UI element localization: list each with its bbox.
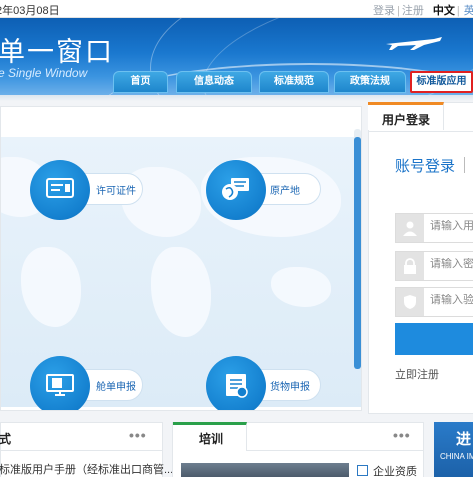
panel-title: 式: [0, 432, 12, 446]
banner-text: 进: [456, 431, 472, 448]
map-landmass: [271, 267, 331, 307]
airplane-icon: [386, 37, 442, 50]
password-input[interactable]: [430, 258, 473, 270]
play-icon: [357, 465, 368, 476]
login-submit-button[interactable]: [395, 323, 473, 355]
tab-home[interactable]: 首页: [113, 71, 168, 93]
tab-policies[interactable]: 政策法规: [334, 71, 406, 93]
services-scrollbar[interactable]: [354, 129, 361, 369]
login-link[interactable]: 登录: [373, 5, 395, 17]
login-panel: 用户登录 账号登录 立即注册: [368, 102, 473, 414]
panel-header: 培训 •••: [173, 422, 423, 451]
service-cargo-declaration[interactable]: 货物申报: [206, 356, 321, 410]
map-landmass: [151, 247, 211, 337]
service-origin[interactable]: 原产地: [206, 160, 321, 220]
captcha-field[interactable]: [395, 287, 473, 317]
current-date: 2年03月08日: [0, 5, 60, 17]
username-field[interactable]: [395, 213, 473, 243]
map-landmass: [21, 247, 81, 327]
password-field[interactable]: [395, 251, 473, 281]
training-link-label: 企业资质: [373, 466, 417, 477]
manuals-panel: 式 ••• 标准版用户手册（经标准出口商管...: [0, 422, 173, 477]
list-item[interactable]: 标准版用户手册（经标准出口商管...: [0, 461, 173, 477]
tab-user-login[interactable]: 用户登录: [368, 102, 444, 130]
service-label: 许可证件: [96, 186, 136, 197]
service-label: 货物申报: [270, 382, 310, 393]
training-title[interactable]: 培训: [199, 430, 223, 447]
shield-icon: [396, 288, 424, 316]
tab-news[interactable]: 信息动态: [176, 71, 252, 93]
language-english[interactable]: 英文: [464, 5, 473, 17]
training-panel: 培训 ••• 企业资质: [172, 422, 424, 477]
user-icon: [396, 214, 424, 242]
account-login-heading[interactable]: 账号登录: [395, 155, 455, 176]
origin-icon: [206, 160, 266, 220]
banner-subtext: CHINA IM: [440, 452, 473, 461]
service-label: 原产地: [270, 186, 300, 197]
manifest-icon: [30, 356, 90, 410]
cargo-declaration-icon: [206, 356, 266, 410]
more-button[interactable]: •••: [129, 427, 147, 443]
top-links: 登录|注册 中文|英文: [373, 2, 473, 18]
service-manifest[interactable]: 舱单申报: [30, 356, 143, 410]
import-expo-banner[interactable]: 进 CHINA IM: [434, 422, 473, 477]
captcha-input[interactable]: [430, 294, 473, 306]
nav-shadow: [0, 95, 473, 101]
service-license[interactable]: 许可证件: [30, 160, 143, 220]
username-input[interactable]: [430, 220, 473, 232]
tab-standards[interactable]: 标准规范: [259, 71, 329, 93]
top-bar: 2年03月08日 登录|注册 中文|英文: [0, 0, 473, 18]
license-icon: [30, 160, 90, 220]
lang-separator: |: [456, 5, 460, 17]
language-chinese[interactable]: 中文: [433, 5, 455, 17]
register-now-link[interactable]: 立即注册: [395, 366, 439, 382]
heading-separator: [464, 157, 465, 173]
panel-header: 式 •••: [0, 423, 162, 451]
link-separator: |: [397, 5, 400, 17]
tab-standard-app[interactable]: 标准版应用: [410, 71, 473, 93]
service-label: 舱单申报: [96, 382, 136, 393]
services-panel: 许可证件 原产地 舱单申报 货物申报: [0, 106, 362, 411]
register-link[interactable]: 注册: [402, 5, 424, 17]
more-button[interactable]: •••: [393, 427, 411, 443]
lock-icon: [396, 252, 424, 280]
site-title: 单一窗口: [0, 37, 114, 68]
main-nav: 首页 信息动态 标准规范 政策法规 标准版应用: [0, 71, 473, 95]
scrollbar-thumb[interactable]: [354, 137, 361, 369]
login-divider: [369, 131, 473, 132]
training-video-thumbnail[interactable]: [181, 463, 349, 477]
training-link[interactable]: 企业资质: [357, 463, 417, 477]
